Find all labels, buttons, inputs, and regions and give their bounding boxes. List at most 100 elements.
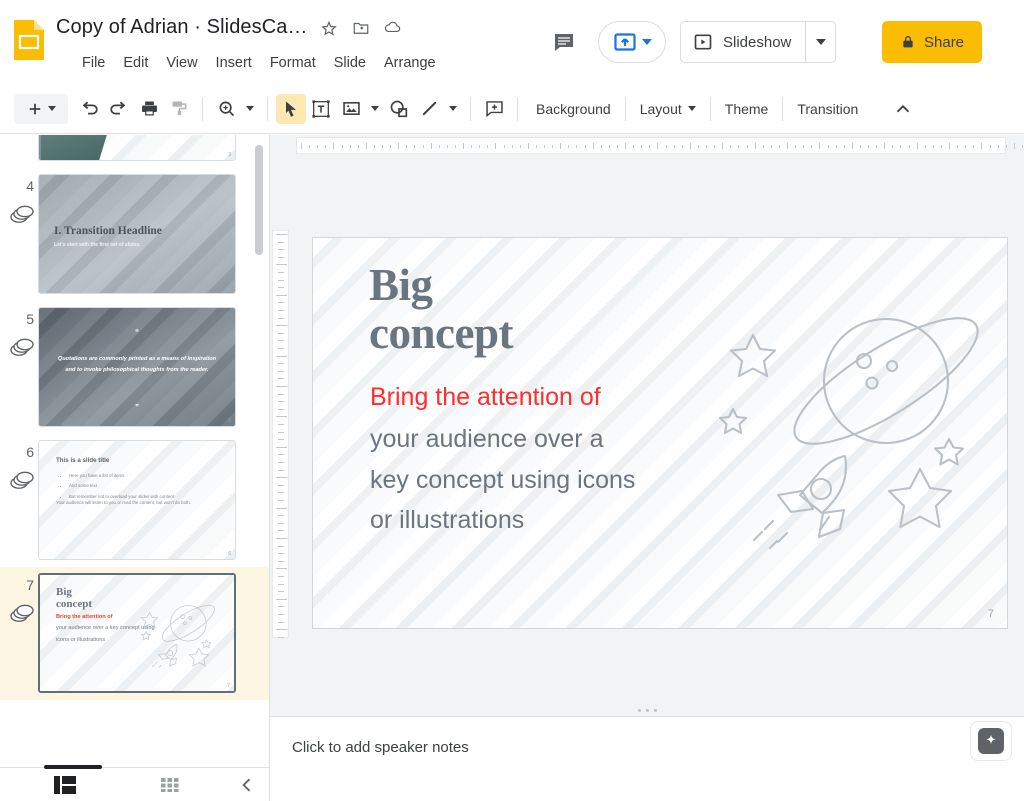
list-item[interactable]: 7 Big concept Bring the attention of you…: [0, 567, 269, 700]
header-bar: Copy of Adrian · SlidesCa… File Edit Vie…: [0, 0, 1024, 84]
slide-thumbnail[interactable]: “ Quotations are commonly printed as a m…: [38, 307, 236, 427]
speaker-notes-panel[interactable]: Click to add speaker notes: [270, 716, 1024, 801]
slideshow-button[interactable]: Slideshow: [681, 22, 805, 62]
menu-insert[interactable]: Insert: [210, 53, 258, 73]
toolbar-divider-4: [517, 96, 518, 121]
transition-button[interactable]: Transition: [787, 95, 868, 123]
menu-arrange[interactable]: Arrange: [378, 53, 442, 73]
menu-file[interactable]: File: [76, 53, 111, 73]
title-row: Copy of Adrian · SlidesCa…: [56, 16, 404, 39]
layout-button[interactable]: Layout: [630, 95, 706, 123]
list-item[interactable]: 3 Hello! I am Jayden Sm: [0, 135, 269, 168]
cloud-saved-icon[interactable]: [382, 17, 404, 39]
menu-view[interactable]: View: [160, 53, 203, 73]
menu-slide[interactable]: Slide: [328, 53, 372, 73]
add-comment-button[interactable]: [479, 94, 509, 124]
grid-view-icon[interactable]: [155, 773, 185, 797]
share-label: Share: [924, 33, 965, 51]
toolbar-divider-6: [709, 96, 711, 121]
slideshow-label: Slideshow: [723, 33, 792, 51]
theme-button[interactable]: Theme: [715, 95, 779, 123]
slide-thumbnail[interactable]: This is a slide title Here you have a li…: [38, 440, 236, 560]
gemini-assist-button[interactable]: [970, 721, 1012, 761]
filmstrip-bottom-bar: [0, 765, 270, 801]
filmstrip-scrollbar[interactable]: [255, 145, 263, 255]
list-item[interactable]: 5 “ Quotations are commonly printed as a…: [0, 301, 269, 434]
shape-tool[interactable]: [384, 94, 414, 124]
slide-transition-icon[interactable]: [8, 337, 36, 359]
star-icon[interactable]: [318, 17, 340, 39]
horizontal-ruler[interactable]: [270, 135, 1024, 156]
space-planet-rocket-stars-illustration[interactable]: [711, 273, 1007, 563]
vertical-ruler[interactable]: [270, 156, 292, 716]
slideshow-dropdown-button[interactable]: [805, 22, 835, 62]
new-slide-dropdown-caret[interactable]: [48, 106, 56, 111]
present-dropdown-caret[interactable]: [641, 39, 652, 45]
filmstrip-view-icon[interactable]: [50, 773, 80, 797]
canvas-resize-dots[interactable]: [270, 709, 1024, 712]
text-box-tool[interactable]: [306, 94, 336, 124]
select-tool[interactable]: [276, 93, 306, 124]
image-tool[interactable]: [336, 94, 366, 124]
filmstrip-list: 3 Hello! I am Jayden Sm: [0, 135, 269, 700]
thumb-title: I. Transition Headline: [54, 225, 162, 237]
slide-number: 5: [26, 311, 34, 327]
menu-edit[interactable]: Edit: [117, 53, 154, 73]
print-button[interactable]: [134, 94, 164, 124]
thumb-title: This is a slide title: [56, 457, 110, 464]
title-line-1: Big: [369, 260, 433, 310]
slide-title-text[interactable]: Big concept: [369, 261, 513, 357]
present-button[interactable]: [598, 21, 666, 63]
zoom-button[interactable]: [211, 94, 241, 124]
header-actions: Slideshow Share: [508, 0, 1024, 84]
toolbar-divider-3: [470, 96, 471, 121]
layout-dropdown-caret[interactable]: [687, 106, 696, 111]
list-item[interactable]: 6 This is a slide title Here you have a …: [0, 434, 269, 567]
speaker-notes-placeholder[interactable]: Click to add speaker notes: [292, 739, 469, 756]
google-slides-window: Copy of Adrian · SlidesCa… File Edit Vie…: [0, 0, 1024, 801]
redo-button[interactable]: [104, 94, 134, 124]
slide-red-line[interactable]: Bring the attention of: [370, 383, 601, 412]
slide-thumbnail[interactable]: I. Transition Headline Let's start with …: [38, 174, 236, 294]
panel-resize-handle[interactable]: [44, 765, 102, 769]
document-title[interactable]: Copy of Adrian · SlidesCa…: [56, 16, 308, 39]
slide-transition-icon[interactable]: [8, 204, 36, 226]
slide-thumbnail-selected[interactable]: Big concept Bring the attention of your a…: [38, 573, 236, 693]
new-slide-button[interactable]: [14, 93, 68, 124]
paint-format-button[interactable]: [164, 94, 194, 124]
line-tool[interactable]: [414, 94, 444, 124]
background-button[interactable]: Background: [526, 95, 621, 123]
slide-transition-icon[interactable]: [8, 470, 36, 492]
menu-format[interactable]: Format: [264, 53, 322, 73]
active-slide-editor[interactable]: Big concept Bring the attention of your …: [312, 237, 1008, 629]
body-line-2: key concept using icons: [370, 465, 636, 494]
list-item[interactable]: 4 I. Transition Headline Let's start wit…: [0, 168, 269, 301]
slide-filmstrip-panel[interactable]: 3 Hello! I am Jayden Sm: [0, 135, 270, 767]
thumb-red-line: Bring the attention of: [56, 614, 113, 620]
comment-history-button[interactable]: [544, 22, 584, 62]
slide-number: 4: [26, 178, 34, 194]
slides-app-icon[interactable]: [12, 18, 46, 62]
body-line-1: your audience over a: [370, 425, 604, 453]
image-dropdown-button[interactable]: [366, 94, 384, 124]
slide-number: 6: [26, 444, 34, 460]
thumb-quote-text: Quotations are commonly printed as a mea…: [57, 356, 217, 373]
space-planet-rocket-stars-illustration: [138, 585, 230, 677]
slide-canvas-area[interactable]: Big concept Bring the attention of your …: [270, 135, 1024, 716]
undo-button[interactable]: [74, 94, 104, 124]
list-item: And some text: [69, 481, 224, 490]
open-quote-mark: “: [135, 328, 139, 337]
slide-thumbnail[interactable]: Hello! I am Jayden Smith I am here becau…: [38, 135, 236, 161]
slide-body-text[interactable]: your audience over a key concept using i…: [370, 419, 700, 541]
collapse-toolbar-button[interactable]: [888, 94, 918, 124]
slide-number: 7: [26, 577, 34, 593]
thumb-page-number: 5: [228, 418, 231, 424]
collapse-filmstrip-button[interactable]: [232, 773, 262, 797]
toolbar: Background Layout Theme Transition: [0, 84, 1024, 134]
zoom-dropdown-button[interactable]: [241, 94, 259, 124]
line-dropdown-button[interactable]: [444, 94, 462, 124]
slide-transition-icon[interactable]: [8, 603, 36, 625]
move-to-folder-icon[interactable]: [350, 17, 372, 39]
share-button[interactable]: Share: [882, 21, 983, 63]
list-item: Here you have a list of items: [69, 471, 224, 480]
